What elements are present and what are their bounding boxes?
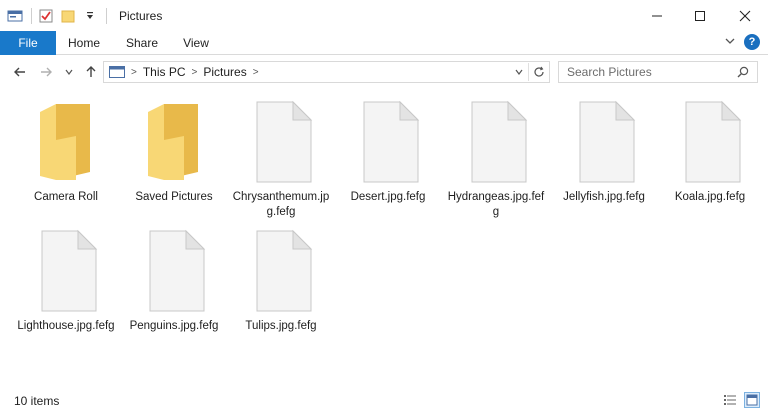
up-button[interactable] xyxy=(82,62,100,82)
new-folder-icon[interactable] xyxy=(60,8,76,24)
maximize-icon xyxy=(695,10,705,21)
item-name: Lighthouse.jpg.fefg xyxy=(17,320,115,332)
ribbon-controls: ? xyxy=(724,34,760,50)
status-bar: 10 items xyxy=(0,388,768,413)
blank-file-icon xyxy=(256,100,313,183)
blank-file-icon xyxy=(685,100,742,183)
title-bar: Pictures xyxy=(0,0,768,31)
breadcrumb-pictures[interactable]: Pictures xyxy=(203,65,246,79)
refresh-icon xyxy=(534,66,544,77)
file-item[interactable]: Hydrangeas.jpg.fefg xyxy=(444,100,548,220)
refresh-button[interactable] xyxy=(529,62,549,82)
blank-file-icon xyxy=(363,100,420,183)
folder-icon xyxy=(40,104,90,180)
properties-icon[interactable] xyxy=(38,8,54,24)
item-name: Penguins.jpg.fefg xyxy=(129,320,219,332)
tab-file[interactable]: File xyxy=(0,31,56,55)
quick-access-toolbar: Pictures xyxy=(0,0,162,31)
ribbon-tabs: File Home Share View ? xyxy=(0,31,768,55)
toolbar-divider xyxy=(31,7,32,24)
blank-file-icon xyxy=(41,229,98,312)
item-name: Chrysanthemum.jpg.fefg xyxy=(232,191,330,218)
item-name: Koala.jpg.fefg xyxy=(674,191,746,203)
tab-view[interactable]: View xyxy=(172,31,220,55)
minimize-button[interactable] xyxy=(634,0,680,31)
file-item[interactable]: Koala.jpg.fefg xyxy=(658,100,762,205)
chevron-down-icon xyxy=(515,69,523,75)
search-input[interactable]: Search Pictures xyxy=(567,65,652,79)
toolbar-divider xyxy=(106,7,107,24)
item-name: Tulips.jpg.fefg xyxy=(245,320,317,332)
file-item[interactable]: Lighthouse.jpg.fefg xyxy=(14,229,118,334)
details-view-button[interactable] xyxy=(722,392,738,408)
blank-file-icon xyxy=(579,100,636,183)
help-icon[interactable]: ? xyxy=(744,34,760,50)
arrow-right-icon xyxy=(41,67,52,77)
close-button[interactable] xyxy=(722,0,768,31)
file-item[interactable]: Chrysanthemum.jpg.fefg xyxy=(229,100,333,220)
folder-icon xyxy=(148,104,198,180)
folder-item[interactable]: Camera Roll xyxy=(14,100,118,205)
file-item[interactable]: Penguins.jpg.fefg xyxy=(122,229,226,334)
arrow-left-icon xyxy=(14,67,25,77)
arrow-up-icon xyxy=(86,66,96,77)
large-icons-view-button[interactable] xyxy=(744,392,760,408)
file-item[interactable]: Desert.jpg.fefg xyxy=(336,100,440,205)
file-item[interactable]: Jellyfish.jpg.fefg xyxy=(552,100,656,205)
tab-share[interactable]: Share xyxy=(118,31,166,55)
item-count: 10 items xyxy=(14,394,60,408)
breadcrumb-this-pc[interactable]: This PC xyxy=(143,65,186,79)
minimize-icon xyxy=(652,15,662,16)
address-history-button[interactable] xyxy=(510,62,528,82)
forward-button[interactable] xyxy=(36,62,56,82)
blank-file-icon xyxy=(471,100,528,183)
back-button[interactable] xyxy=(10,62,30,82)
window-icon[interactable] xyxy=(7,8,23,24)
large-icons-view-icon xyxy=(746,394,758,406)
maximize-button[interactable] xyxy=(677,0,723,31)
breadcrumb-chevron-icon[interactable]: > xyxy=(192,67,198,78)
address-controls xyxy=(510,62,549,82)
address-bar[interactable]: > This PC > Pictures > xyxy=(103,61,550,83)
item-name: Saved Pictures xyxy=(135,191,213,203)
item-name: Jellyfish.jpg.fefg xyxy=(563,191,645,203)
blank-file-icon xyxy=(256,229,313,312)
blank-file-icon xyxy=(149,229,206,312)
file-item[interactable]: Tulips.jpg.fefg xyxy=(229,229,333,334)
window-title: Pictures xyxy=(119,8,163,23)
tab-home[interactable]: Home xyxy=(60,31,108,55)
item-name: Camera Roll xyxy=(34,191,98,203)
navigation-bar: > This PC > Pictures > Search Pictures xyxy=(0,58,768,86)
search-box[interactable]: Search Pictures xyxy=(558,61,758,83)
expand-ribbon-icon[interactable] xyxy=(724,35,736,50)
folder-item[interactable]: Saved Pictures xyxy=(122,100,226,205)
recent-locations-button[interactable] xyxy=(62,62,76,82)
item-name: Hydrangeas.jpg.fefg xyxy=(447,191,545,218)
chevron-down-icon xyxy=(65,69,73,75)
breadcrumb-chevron-icon[interactable]: > xyxy=(253,67,259,78)
breadcrumb-chevron-icon[interactable]: > xyxy=(131,67,137,78)
search-icon[interactable] xyxy=(737,66,749,81)
close-icon xyxy=(739,10,751,21)
details-view-icon xyxy=(724,395,736,405)
customize-toolbar-icon[interactable] xyxy=(82,8,98,24)
file-list: Camera Roll Saved Pictures Chrysanthemum… xyxy=(0,92,768,382)
item-name: Desert.jpg.fefg xyxy=(350,191,426,203)
this-pc-icon xyxy=(109,66,125,78)
